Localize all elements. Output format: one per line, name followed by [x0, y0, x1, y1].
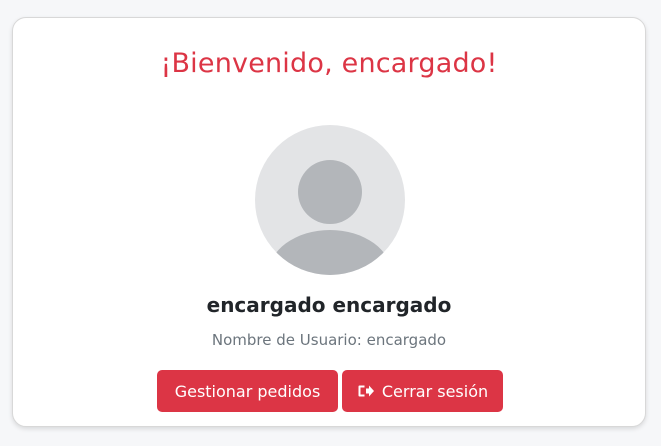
- logout-button[interactable]: Cerrar sesión: [342, 370, 503, 412]
- profile-display-name: encargado encargado: [206, 293, 452, 317]
- user-avatar-placeholder-icon: [268, 160, 392, 275]
- manage-orders-label: Gestionar pedidos: [174, 381, 321, 401]
- profile-username-line: Nombre de Usuario: encargado: [211, 331, 447, 349]
- welcome-card: ¡Bienvenido, encargado! encargado encarg…: [12, 17, 646, 427]
- manage-orders-button[interactable]: Gestionar pedidos: [157, 370, 338, 412]
- sign-out-icon: [357, 382, 375, 400]
- welcome-title: ¡Bienvenido, encargado!: [160, 48, 498, 79]
- logout-label: Cerrar sesión: [381, 381, 489, 401]
- avatar: [255, 125, 405, 275]
